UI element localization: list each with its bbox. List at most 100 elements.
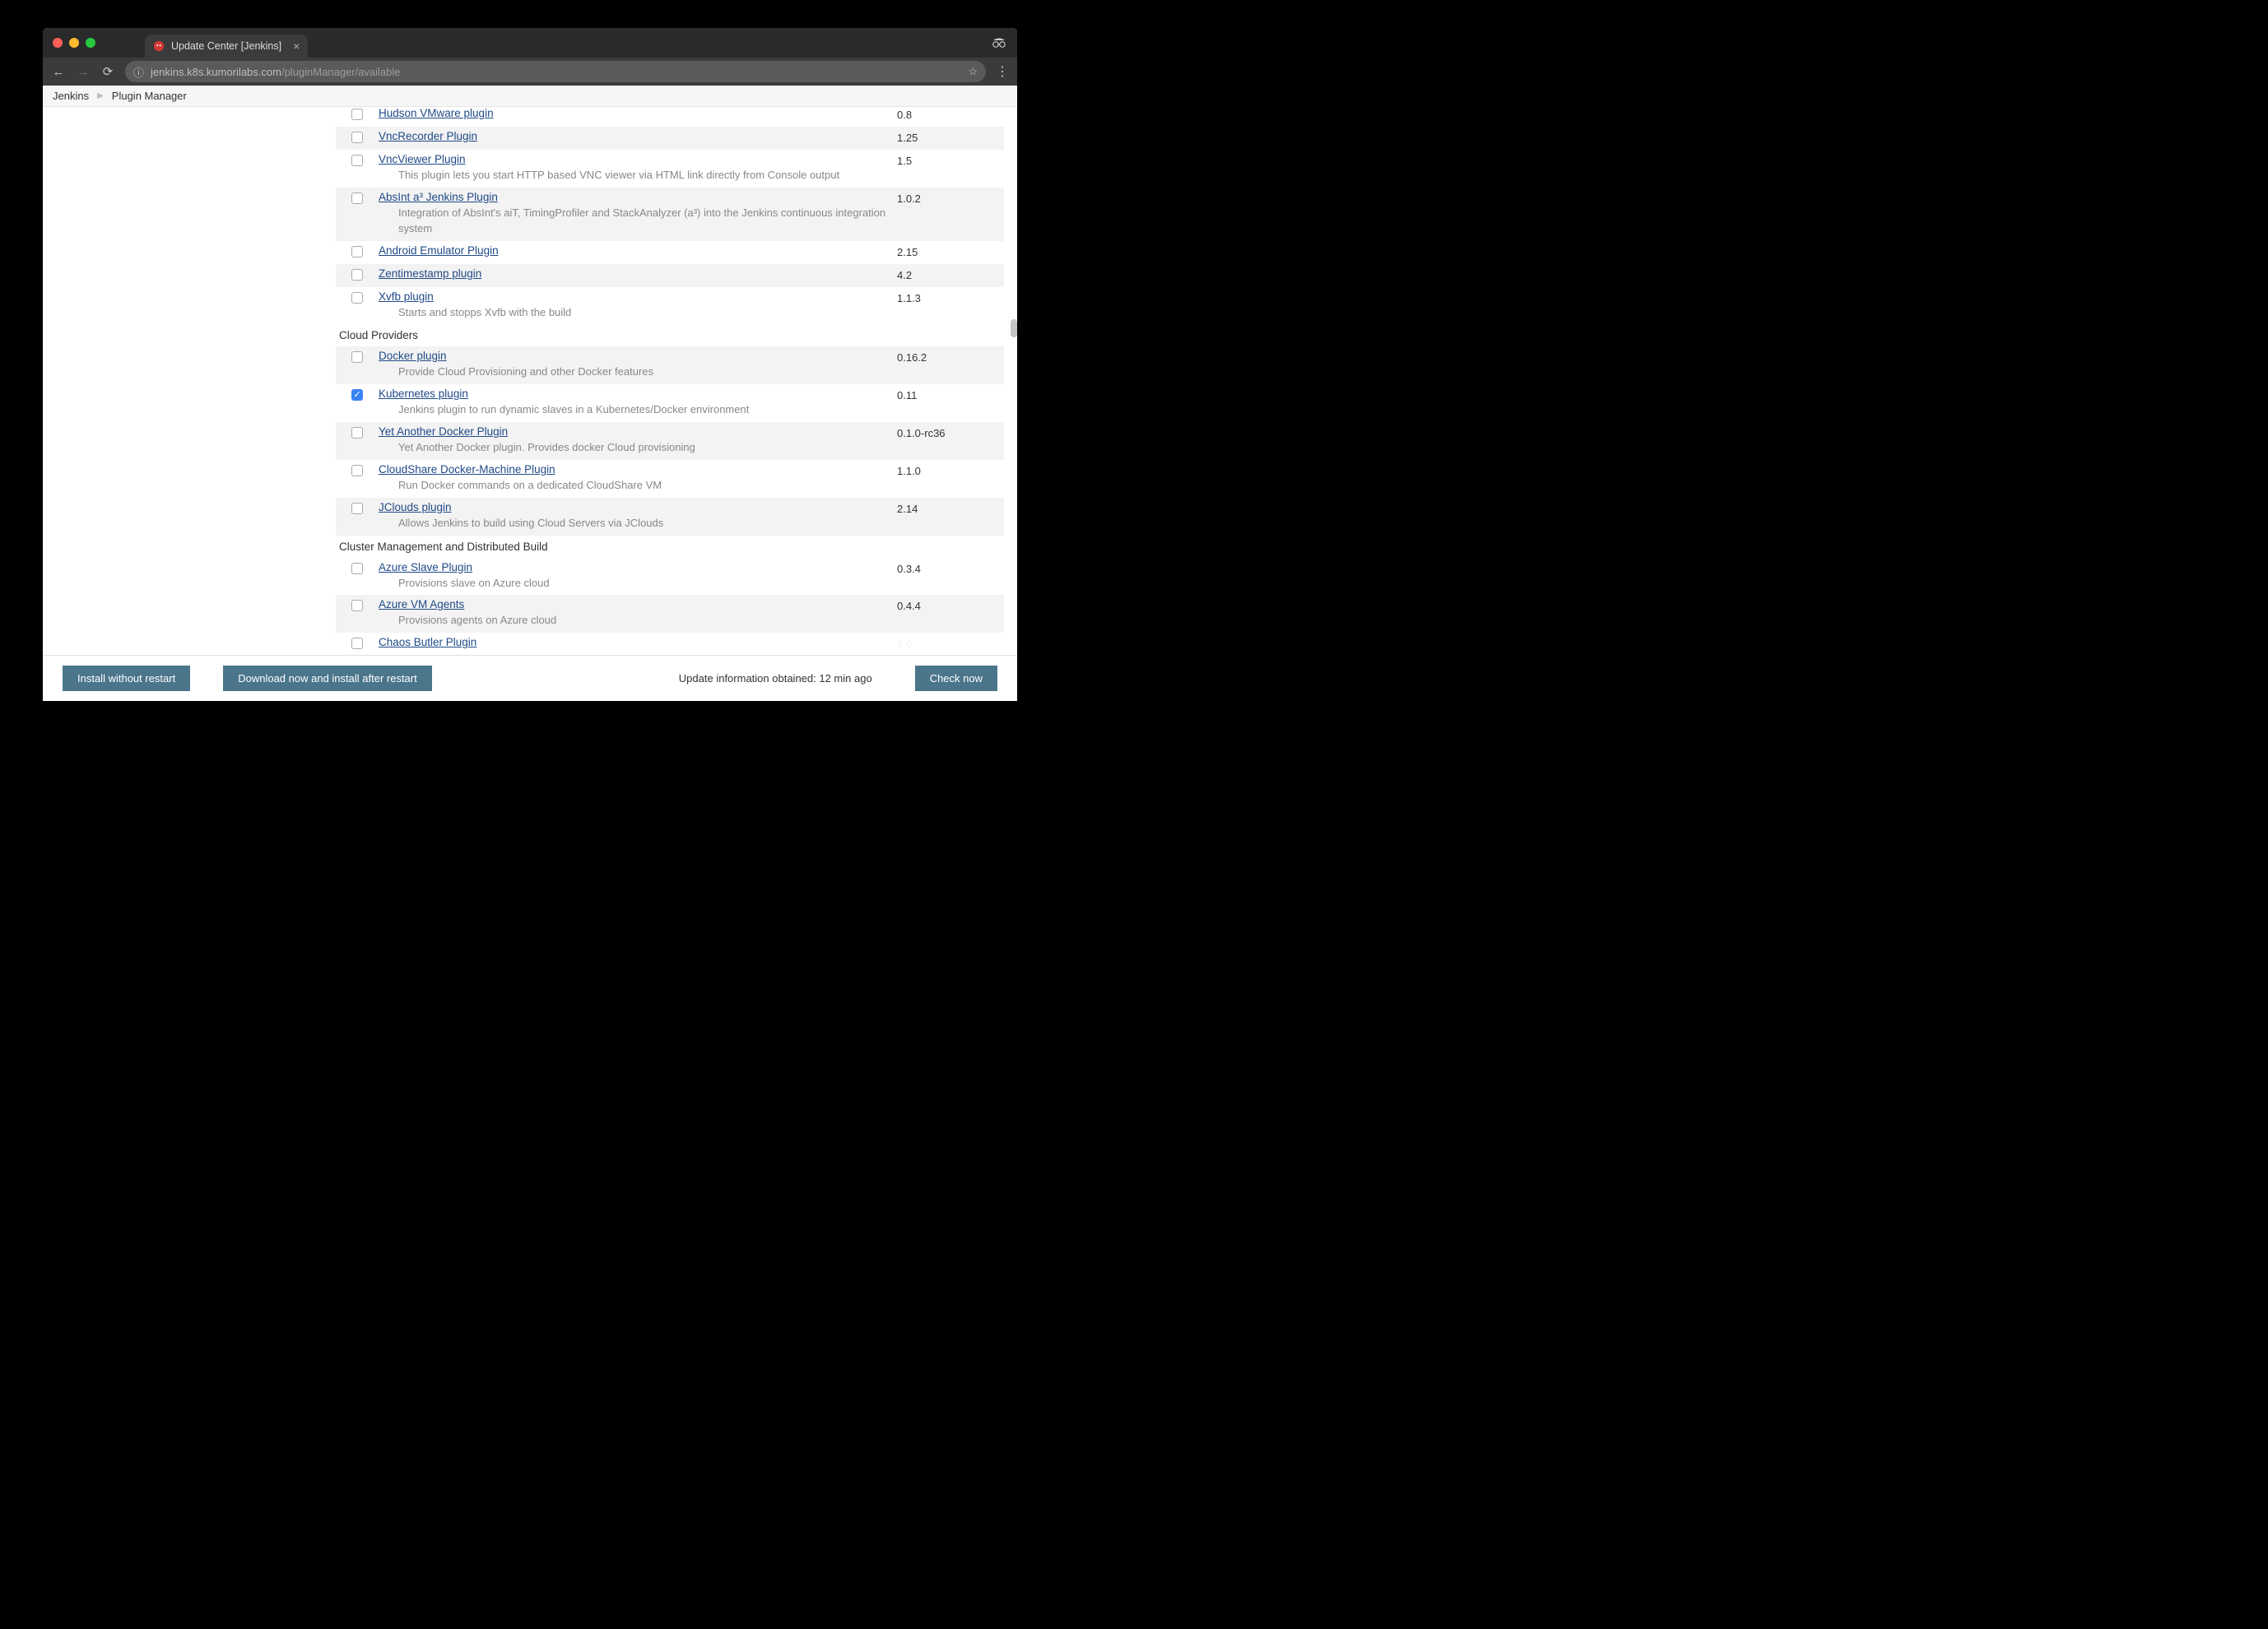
- plugin-version: 1.1.3: [897, 287, 1004, 304]
- plugin-checkbox[interactable]: [351, 193, 363, 204]
- browser-menu-button[interactable]: ⋮: [996, 63, 1009, 80]
- plugin-checkbox[interactable]: [351, 269, 363, 281]
- plugin-row: AbsInt a³ Jenkins Plugin Integration of A…: [336, 188, 1004, 241]
- plugin-version: 0.11: [897, 384, 1004, 401]
- tab-title: Update Center [Jenkins]: [171, 40, 281, 52]
- plugin-row: Hudson VMware plugin 0.8: [336, 107, 1004, 127]
- plugin-link[interactable]: Kubernetes plugin: [379, 388, 468, 400]
- plugin-version: 1.0: [897, 633, 1004, 650]
- plugin-description: Provisions agents on Azure cloud: [398, 613, 890, 629]
- plugin-link[interactable]: VncViewer Plugin: [379, 153, 466, 165]
- plugin-row: Azure VM Agents Provisions agents on Azur…: [336, 595, 1004, 633]
- plugin-version: 1.1.0: [897, 460, 1004, 477]
- browser-window: Update Center [Jenkins] × ← → ⟳ ⓘ jenkin…: [43, 28, 1017, 701]
- plugin-link[interactable]: Zentimestamp plugin: [379, 267, 481, 280]
- jenkins-favicon: [153, 40, 165, 52]
- plugin-link[interactable]: Docker plugin: [379, 350, 447, 362]
- plugin-version: 0.1.0-rc36: [897, 422, 1004, 439]
- install-without-restart-button[interactable]: Install without restart: [63, 666, 190, 691]
- plugin-version: 1.5: [897, 150, 1004, 167]
- plugin-row: Yet Another Docker Plugin Yet Another Doc…: [336, 422, 1004, 460]
- plugin-link[interactable]: CloudShare Docker-Machine Plugin: [379, 463, 555, 476]
- breadcrumb-separator-icon: ▶: [97, 91, 104, 100]
- plugin-description: Jenkins plugin to run dynamic slaves in …: [398, 402, 890, 418]
- plugin-row: Kubernetes plugin Jenkins plugin to run d…: [336, 384, 1004, 422]
- plugin-checkbox[interactable]: [351, 292, 363, 304]
- page-content: Jenkins ▶ Plugin Manager Hudson VMware p…: [43, 86, 1017, 701]
- plugin-link[interactable]: Hudson VMware plugin: [379, 107, 494, 119]
- plugin-description: Run Docker commands on a dedicated Cloud…: [398, 478, 890, 494]
- plugin-row: CloudShare Docker-Machine Plugin Run Dock…: [336, 460, 1004, 498]
- plugin-link[interactable]: Azure VM Agents: [379, 598, 464, 610]
- plugin-checkbox[interactable]: [351, 351, 363, 363]
- plugin-description: Provide Cloud Provisioning and other Doc…: [398, 364, 890, 380]
- plugin-description: Starts and stopps Xvfb with the build: [398, 305, 890, 321]
- plugin-checkbox[interactable]: [351, 155, 363, 166]
- url-path: /pluginManager/available: [281, 66, 401, 78]
- plugin-link[interactable]: Yet Another Docker Plugin: [379, 425, 508, 438]
- check-now-button[interactable]: Check now: [915, 666, 997, 691]
- plugin-link[interactable]: Xvfb plugin: [379, 290, 434, 303]
- plugin-table: Hudson VMware plugin 0.8 VncRecorder Plugi…: [336, 107, 1004, 655]
- plugin-checkbox[interactable]: [351, 109, 363, 120]
- plugin-version: 0.4.4: [897, 595, 1004, 612]
- plugin-checkbox[interactable]: [351, 465, 363, 476]
- plugin-description: Integration of AbsInt's aiT, TimingProfi…: [398, 206, 890, 237]
- plugin-version: 0.16.2: [897, 346, 1004, 364]
- plugin-checkbox[interactable]: [351, 427, 363, 439]
- plugin-link[interactable]: Azure Slave Plugin: [379, 561, 472, 573]
- plugin-row: Xvfb plugin Starts and stopps Xvfb with t…: [336, 287, 1004, 325]
- plugin-version: 4.2: [897, 264, 1004, 281]
- plugin-checkbox[interactable]: [351, 246, 363, 258]
- plugin-description: Allows Jenkins to build using Cloud Serv…: [398, 516, 890, 531]
- plugin-description: Yet Another Docker plugin. Provides dock…: [398, 440, 890, 456]
- breadcrumb-item[interactable]: Plugin Manager: [112, 90, 187, 102]
- plugin-checkbox[interactable]: [351, 132, 363, 143]
- forward-button: →: [76, 65, 91, 79]
- category-header: Cluster Management and Distributed Build: [336, 536, 1004, 558]
- plugin-row: Docker plugin Provide Cloud Provisioning …: [336, 346, 1004, 384]
- plugin-checkbox[interactable]: [351, 638, 363, 649]
- url-bar[interactable]: ⓘ jenkins.k8s.kumorilabs.com/pluginManag…: [125, 61, 986, 82]
- plugin-row: Android Emulator Plugin 2.15: [336, 241, 1004, 264]
- plugin-checkbox[interactable]: [351, 503, 363, 514]
- plugin-row: VncViewer Plugin This plugin lets you sta…: [336, 150, 1004, 188]
- breadcrumb: Jenkins ▶ Plugin Manager: [43, 86, 1017, 107]
- browser-tab[interactable]: Update Center [Jenkins] ×: [145, 35, 308, 58]
- plugin-row: Zentimestamp plugin 4.2: [336, 264, 1004, 287]
- plugin-description: Provisions slave on Azure cloud: [398, 576, 890, 592]
- window-close-button[interactable]: [53, 38, 63, 48]
- window-minimize-button[interactable]: [69, 38, 79, 48]
- plugin-version: 1.25: [897, 127, 1004, 144]
- tab-close-icon[interactable]: ×: [293, 39, 300, 53]
- scrollbar-thumb[interactable]: [1011, 319, 1017, 337]
- plugin-checkbox[interactable]: [351, 389, 363, 401]
- plugin-row: Chaos Butler Plugin 1.0: [336, 633, 1004, 655]
- plugin-version: 0.8: [897, 107, 1004, 121]
- site-info-icon[interactable]: ⓘ: [133, 64, 144, 80]
- url-host: jenkins.k8s.kumorilabs.com: [151, 66, 281, 78]
- download-install-after-restart-button[interactable]: Download now and install after restart: [223, 666, 432, 691]
- plugin-version: 2.15: [897, 241, 1004, 258]
- breadcrumb-item[interactable]: Jenkins: [53, 90, 89, 102]
- plugin-version: 0.3.4: [897, 558, 1004, 575]
- update-status-text: Update information obtained: 12 min ago: [679, 672, 872, 685]
- plugin-description: This plugin lets you start HTTP based VN…: [398, 168, 890, 183]
- window-maximize-button[interactable]: [86, 38, 95, 48]
- plugin-version: 2.14: [897, 498, 1004, 515]
- plugin-row: JClouds plugin Allows Jenkins to build us…: [336, 498, 1004, 536]
- plugin-link[interactable]: VncRecorder Plugin: [379, 130, 477, 142]
- plugin-row: Azure Slave Plugin Provisions slave on Az…: [336, 558, 1004, 596]
- plugin-checkbox[interactable]: [351, 563, 363, 574]
- plugin-version: 1.0.2: [897, 188, 1004, 205]
- reload-button[interactable]: ⟳: [100, 64, 115, 79]
- plugin-link[interactable]: Android Emulator Plugin: [379, 244, 499, 257]
- bookmark-star-icon[interactable]: ☆: [968, 65, 978, 78]
- plugin-link[interactable]: JClouds plugin: [379, 501, 452, 513]
- titlebar: Update Center [Jenkins] ×: [43, 28, 1017, 58]
- plugin-link[interactable]: AbsInt a³ Jenkins Plugin: [379, 191, 498, 203]
- plugin-link[interactable]: Chaos Butler Plugin: [379, 636, 476, 648]
- navbar: ← → ⟳ ⓘ jenkins.k8s.kumorilabs.com/plugi…: [43, 58, 1017, 86]
- plugin-checkbox[interactable]: [351, 600, 363, 611]
- back-button[interactable]: ←: [51, 65, 66, 79]
